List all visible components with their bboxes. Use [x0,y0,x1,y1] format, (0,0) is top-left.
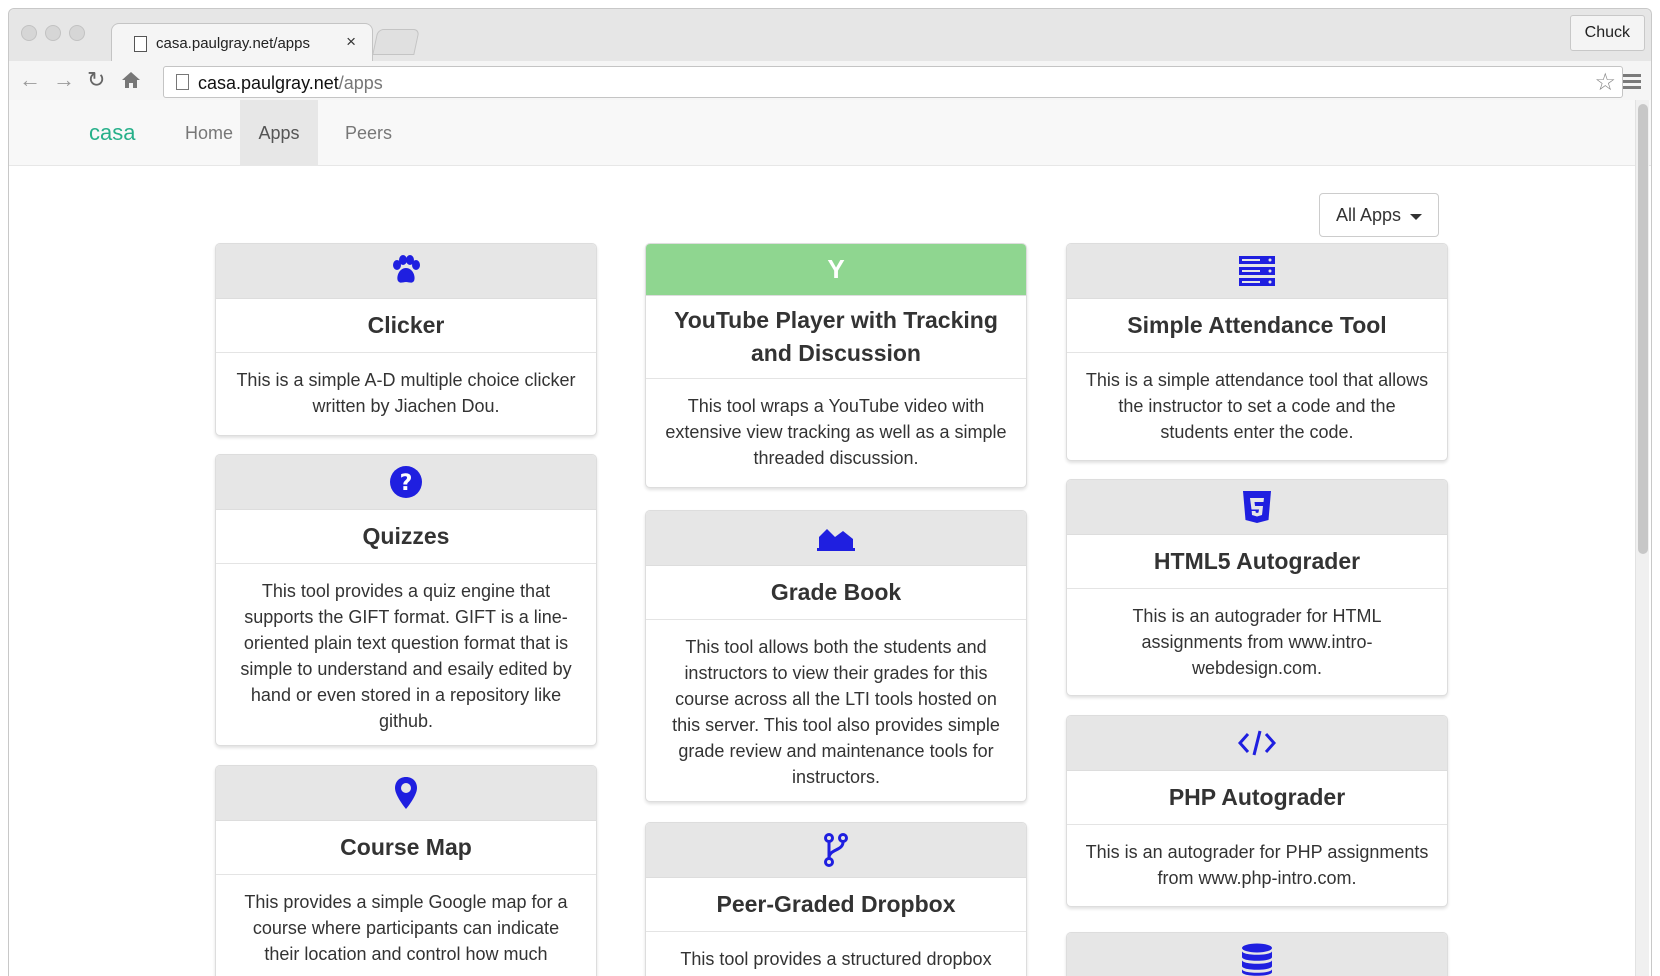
app-title: Clicker [216,299,596,353]
app-description: This is a simple attendance tool that al… [1085,370,1429,442]
browser-toolbar: ← → ↻ casa.paulgray.net/apps ☆ [9,61,1651,101]
paw-icon [389,255,423,287]
address-url[interactable]: casa.paulgray.net/apps [198,73,383,94]
app-card-html5-autograder[interactable]: HTML5 Autograder This is an autograder f… [1066,479,1448,696]
card-header [216,766,596,821]
new-tab-button[interactable] [372,29,420,55]
app-title: HTML5 Autograder [1067,535,1447,589]
card-header [1067,933,1447,976]
nav-apps[interactable]: Apps [240,100,318,166]
app-letter-badge: Y [827,254,845,284]
all-apps-dropdown[interactable]: All Apps [1319,193,1439,237]
app-title: Simple Attendance Tool [1067,299,1447,353]
hamburger-menu-icon[interactable] [1623,74,1641,90]
map-marker-icon [394,776,418,810]
svg-text:?: ? [400,471,413,496]
app-title: Course Map [216,821,596,875]
server-icon [1239,256,1275,286]
app-title: Peer-Graded Dropbox [646,878,1026,932]
question-circle-icon: ? [389,465,423,499]
tab-strip: casa.paulgray.net/apps × Chuck [9,9,1651,61]
app-description: This is a simple A-D multiple choice cli… [236,370,576,416]
document-icon [134,36,147,52]
forward-arrow-icon[interactable]: → [53,67,75,93]
card-header [1067,480,1447,535]
app-title: Grade Book [646,566,1026,620]
card-header: ? [216,455,596,510]
app-card-clicker[interactable]: Clicker This is a simple A-D multiple ch… [215,243,597,436]
app-description: This tool allows both the students and i… [672,637,1000,787]
web-page: casa Home Apps Peers All Apps Clicker Th… [8,100,1652,976]
code-fork-icon [823,833,849,867]
minimize-window-button[interactable] [45,25,61,41]
dropdown-label: All Apps [1336,205,1402,225]
database-icon [1241,943,1273,976]
card-header [216,244,596,299]
app-card-database[interactable] [1066,932,1448,976]
scrollbar-thumb[interactable] [1638,104,1648,554]
card-header [646,511,1026,566]
browser-tab-active[interactable]: casa.paulgray.net/apps × [111,23,373,61]
nav-peers[interactable]: Peers [327,100,410,166]
app-description: This is an autograder for PHP assignment… [1085,842,1429,888]
tab-close-icon[interactable]: × [346,32,356,52]
app-card-youtube-player[interactable]: Y YouTube Player with Tracking and Discu… [645,243,1027,488]
page-document-icon [176,74,189,90]
address-bar[interactable]: casa.paulgray.net/apps ☆ [163,66,1623,98]
html5-icon [1242,490,1272,524]
reload-icon[interactable]: ↻ [87,67,105,93]
profile-button[interactable]: Chuck [1569,15,1645,51]
app-description: This tool provides a structured dropbox [680,949,992,969]
app-card-php-autograder[interactable]: PHP Autograder This is an autograder for… [1066,715,1448,907]
app-card-course-map[interactable]: Course Map This provides a simple Google… [215,765,597,976]
back-arrow-icon[interactable]: ← [19,67,41,93]
site-navbar: casa Home Apps Peers [9,100,1651,166]
code-icon [1237,728,1277,758]
home-icon[interactable] [121,67,141,91]
card-header [1067,244,1447,299]
app-title: Quizzes [216,510,596,564]
close-window-button[interactable] [21,25,37,41]
card-header [646,823,1026,878]
nav-home[interactable]: Home [167,100,251,166]
area-chart-icon [817,525,855,551]
app-card-grade-book[interactable]: Grade Book This tool allows both the stu… [645,510,1027,802]
app-description: This tool provides a quiz engine that su… [240,581,572,731]
app-card-quizzes[interactable]: ? Quizzes This tool provides a quiz engi… [215,454,597,746]
card-header [1067,716,1447,771]
page-scrollbar[interactable] [1635,100,1649,976]
brand-link[interactable]: casa [89,120,135,146]
tab-title: casa.paulgray.net/apps [156,35,310,52]
app-card-peer-graded-dropbox[interactable]: Peer-Graded Dropbox This tool provides a… [645,822,1027,976]
browser-window: casa.paulgray.net/apps × Chuck ← → ↻ cas… [8,8,1652,101]
app-title: YouTube Player with Tracking and Discuss… [646,296,1026,379]
app-description: This tool wraps a YouTube video with ext… [665,396,1007,468]
app-title: PHP Autograder [1067,771,1447,825]
app-description: This provides a simple Google map for a … [244,892,568,964]
zoom-window-button[interactable] [69,25,85,41]
app-card-simple-attendance[interactable]: Simple Attendance Tool This is a simple … [1066,243,1448,461]
card-header: Y [646,244,1026,296]
bookmark-star-icon[interactable]: ☆ [1594,68,1616,97]
caret-down-icon [1410,214,1422,220]
app-description: This is an autograder for HTML assignmen… [1132,606,1382,678]
